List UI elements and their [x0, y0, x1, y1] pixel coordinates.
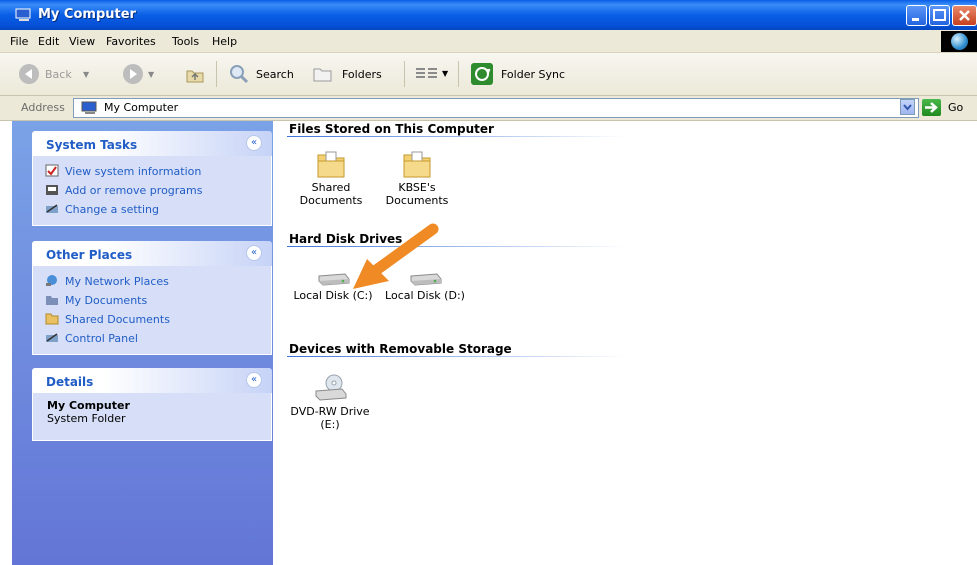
maximize-button[interactable]: [929, 5, 950, 26]
folder-icon: [316, 149, 346, 179]
details-type: System Folder: [47, 412, 126, 425]
annotation-arrow-icon: [353, 223, 439, 289]
other-places-panel: Other Places « My Network Places My Docu…: [32, 241, 272, 355]
search-icon[interactable]: [228, 63, 250, 88]
address-dropdown-button[interactable]: [900, 99, 915, 115]
address-label: Address: [21, 101, 65, 114]
close-button[interactable]: [952, 5, 977, 26]
details-panel: Details « My Computer System Folder: [32, 368, 272, 441]
shared-documents-folder[interactable]: Shared Documents: [291, 149, 371, 207]
windows-logo: [941, 31, 977, 52]
drive-label: (E:): [320, 418, 340, 431]
kbse-documents-folder[interactable]: KBSE's Documents: [377, 149, 457, 207]
title-bar[interactable]: My Computer: [0, 0, 977, 30]
place-shared-documents[interactable]: Shared Documents: [33, 310, 271, 329]
system-tasks-title: System Tasks: [46, 138, 138, 152]
up-folder-icon[interactable]: [184, 63, 206, 88]
place-my-documents[interactable]: My Documents: [33, 291, 271, 310]
task-change-setting[interactable]: Change a setting: [33, 200, 271, 219]
details-title: Details: [46, 375, 94, 389]
documents-icon: [45, 293, 59, 306]
folders-icon[interactable]: [312, 63, 334, 88]
search-button[interactable]: Search: [256, 68, 294, 81]
group-files-stored: Files Stored on This Computer: [289, 122, 494, 136]
task-label: Change a setting: [65, 203, 159, 216]
programs-icon: [45, 183, 59, 196]
globe-icon: [951, 33, 968, 50]
system-tasks-header[interactable]: System Tasks «: [32, 131, 272, 156]
menu-favorites[interactable]: Favorites: [106, 35, 156, 48]
details-name: My Computer: [47, 399, 130, 412]
address-value: My Computer: [104, 101, 179, 114]
group-divider: [287, 356, 627, 357]
menu-file[interactable]: File: [10, 35, 28, 48]
network-icon: [45, 274, 59, 287]
collapse-chevron-icon[interactable]: «: [246, 245, 262, 261]
place-label: My Network Places: [65, 275, 169, 288]
system-info-icon: [45, 164, 59, 177]
back-dropdown-icon[interactable]: ▼: [83, 70, 89, 79]
control-panel-icon: [45, 331, 59, 344]
dvd-drive-icon: [312, 373, 348, 403]
go-button[interactable]: Go: [948, 101, 963, 114]
place-label: Control Panel: [65, 332, 138, 345]
group-divider: [287, 246, 627, 247]
task-label: View system information: [65, 165, 202, 178]
control-panel-icon: [45, 202, 59, 215]
task-view-system-information[interactable]: View system information: [33, 162, 271, 181]
collapse-chevron-icon[interactable]: «: [246, 372, 262, 388]
views-dropdown-icon[interactable]: ▼: [442, 69, 448, 78]
back-arrow-icon[interactable]: [18, 63, 40, 88]
folder-label: Documents: [385, 194, 449, 207]
task-add-remove-programs[interactable]: Add or remove programs: [33, 181, 271, 200]
folder-icon: [402, 149, 432, 179]
place-label: Shared Documents: [65, 313, 170, 326]
folder-label: Documents: [299, 194, 363, 207]
folders-button[interactable]: Folders: [342, 68, 382, 81]
menu-view[interactable]: View: [69, 35, 95, 48]
group-removable-storage: Devices with Removable Storage: [289, 342, 512, 356]
system-tasks-panel: System Tasks « View system information A…: [32, 131, 272, 226]
collapse-chevron-icon[interactable]: «: [246, 135, 262, 151]
drive-label: DVD-RW Drive: [290, 405, 370, 418]
menu-bar: File Edit View Favorites Tools Help: [0, 30, 977, 53]
go-arrow-icon[interactable]: [922, 99, 941, 116]
minimize-button[interactable]: [906, 5, 927, 26]
place-my-network-places[interactable]: My Network Places: [33, 272, 271, 291]
folder-label: KBSE's: [398, 181, 436, 194]
group-divider: [287, 136, 627, 137]
task-label: Add or remove programs: [65, 184, 203, 197]
window-title: My Computer: [38, 7, 136, 22]
place-label: My Documents: [65, 294, 148, 307]
back-button[interactable]: Back: [45, 68, 72, 81]
content-pane: Files Stored on This Computer Shared Doc…: [273, 121, 977, 565]
my-computer-icon: [15, 8, 33, 25]
folder-sync-button[interactable]: Folder Sync: [501, 68, 565, 81]
other-places-title: Other Places: [46, 248, 133, 262]
details-header[interactable]: Details «: [32, 368, 272, 393]
place-control-panel[interactable]: Control Panel: [33, 329, 271, 348]
task-pane: System Tasks « View system information A…: [12, 121, 273, 565]
folder-label: Shared: [311, 181, 351, 194]
dvd-rw-drive-e[interactable]: DVD-RW Drive (E:): [285, 373, 375, 431]
my-computer-icon: [81, 101, 99, 118]
menu-help[interactable]: Help: [212, 35, 237, 48]
menu-tools[interactable]: Tools: [172, 35, 199, 48]
address-bar: Address My Computer Go: [0, 96, 977, 121]
other-places-header[interactable]: Other Places «: [32, 241, 272, 266]
forward-dropdown-icon[interactable]: ▼: [148, 70, 154, 79]
folder-sync-icon[interactable]: [470, 62, 494, 89]
views-icon[interactable]: [416, 66, 440, 85]
address-input[interactable]: My Computer: [73, 98, 919, 118]
folder-icon: [45, 312, 59, 325]
forward-arrow-icon[interactable]: [122, 63, 144, 88]
menu-edit[interactable]: Edit: [38, 35, 59, 48]
toolbar: Back ▼ ▼ Search Folders ▼ Folder Sync: [0, 53, 977, 96]
